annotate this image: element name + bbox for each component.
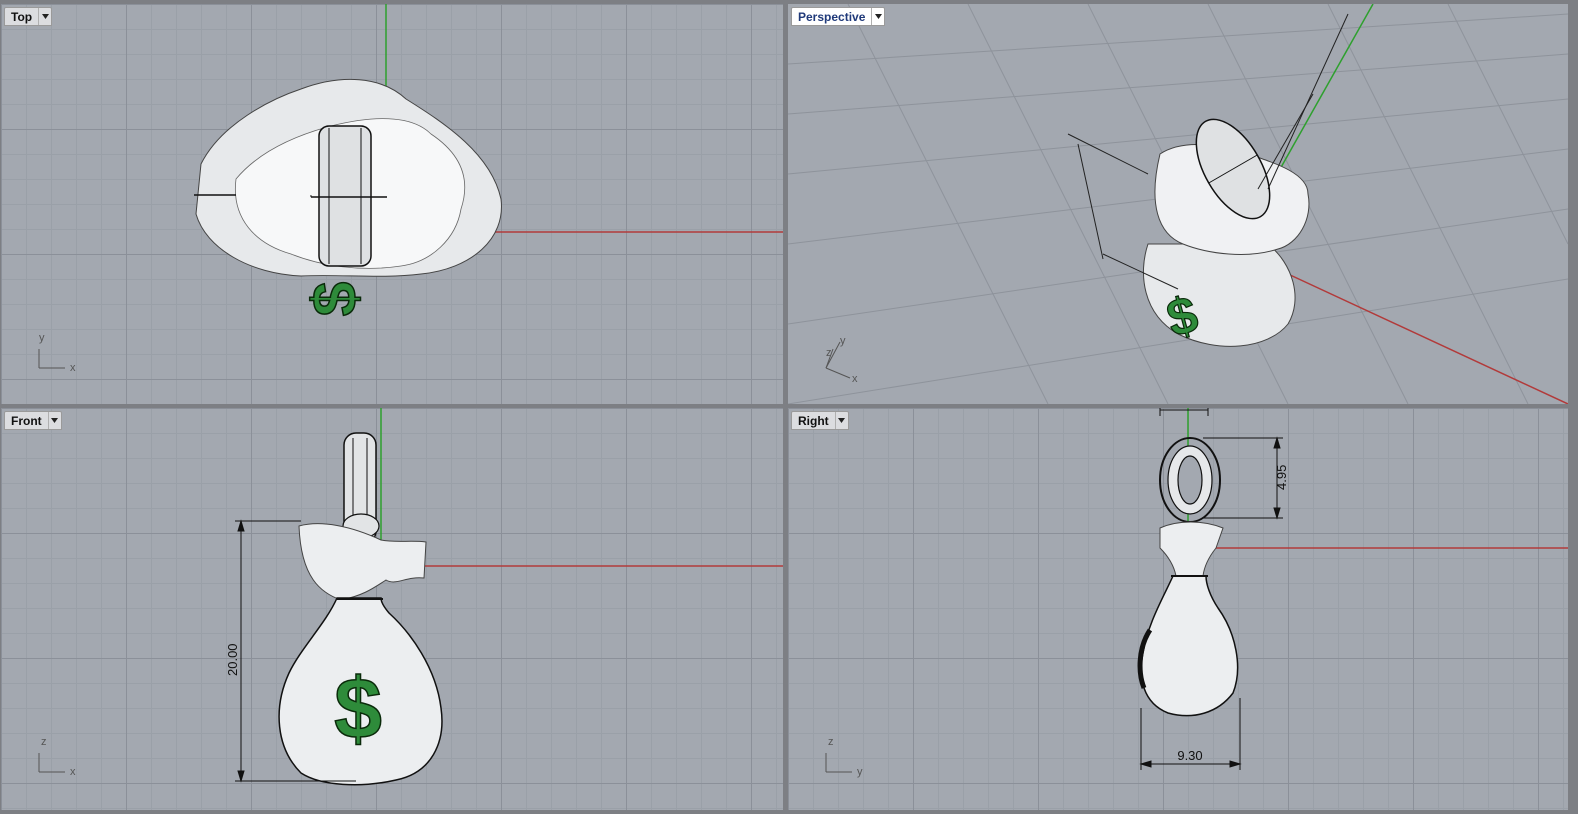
- dimension-label-loop: 4.95: [1274, 465, 1289, 490]
- chevron-down-icon[interactable]: [871, 8, 884, 25]
- axis-widget-top: [38, 349, 65, 369]
- dimension-label-height: 20.00: [225, 643, 240, 676]
- dollar-icon-top: $: [301, 282, 370, 316]
- axis-label-x: x: [70, 766, 76, 778]
- dimension-label-width: 9.30: [1177, 748, 1202, 763]
- chevron-down-icon[interactable]: [834, 412, 848, 429]
- viewport-tab-top[interactable]: Top: [4, 7, 53, 26]
- axis-widget-front: [38, 753, 65, 773]
- viewport-tab-perspective[interactable]: Perspective: [791, 7, 886, 26]
- axis-label-y: y: [857, 766, 863, 778]
- bail-top: [318, 125, 372, 267]
- axis-label-x: x: [70, 362, 76, 374]
- right-scene: 4.95 9.30 z y: [825, 408, 1568, 778]
- viewport-right[interactable]: 4.95 9.30 z y Right: [788, 408, 1568, 810]
- x-axis-line: [1287, 273, 1568, 404]
- top-scene: $ y x: [38, 4, 783, 374]
- axis-label-z: z: [41, 736, 47, 748]
- viewport-title: Right: [798, 413, 829, 428]
- axis-label-x: x: [852, 373, 858, 385]
- viewport-tab-front[interactable]: Front: [4, 411, 62, 430]
- axis-label-y: y: [840, 335, 846, 347]
- chevron-down-icon[interactable]: [47, 412, 61, 429]
- bag-neck-front: [298, 523, 427, 601]
- viewport-top[interactable]: $ y x Top: [1, 4, 783, 404]
- viewport-tab-right[interactable]: Right: [791, 411, 849, 430]
- viewport-title: Top: [11, 9, 33, 24]
- bag-neck-right: [1159, 521, 1224, 577]
- viewport-title: Perspective: [798, 9, 866, 24]
- viewport-perspective[interactable]: $ z y x Perspective: [788, 4, 1568, 404]
- axis-label-z: z: [826, 347, 832, 359]
- front-scene: $ 20.00 z x: [38, 408, 783, 786]
- dollar-icon-front: $: [334, 661, 382, 757]
- viewport-title: Front: [11, 413, 42, 428]
- chevron-down-icon[interactable]: [38, 8, 51, 25]
- axis-widget-right: [825, 753, 852, 773]
- perspective-scene: $ z y x: [788, 4, 1568, 404]
- dimension-right-loop: [1203, 436, 1283, 520]
- bag-body-right: [1140, 575, 1239, 717]
- viewport-front[interactable]: $ 20.00 z x Front: [1, 408, 783, 810]
- axis-label-z: z: [828, 736, 834, 748]
- axis-label-y: y: [39, 332, 45, 344]
